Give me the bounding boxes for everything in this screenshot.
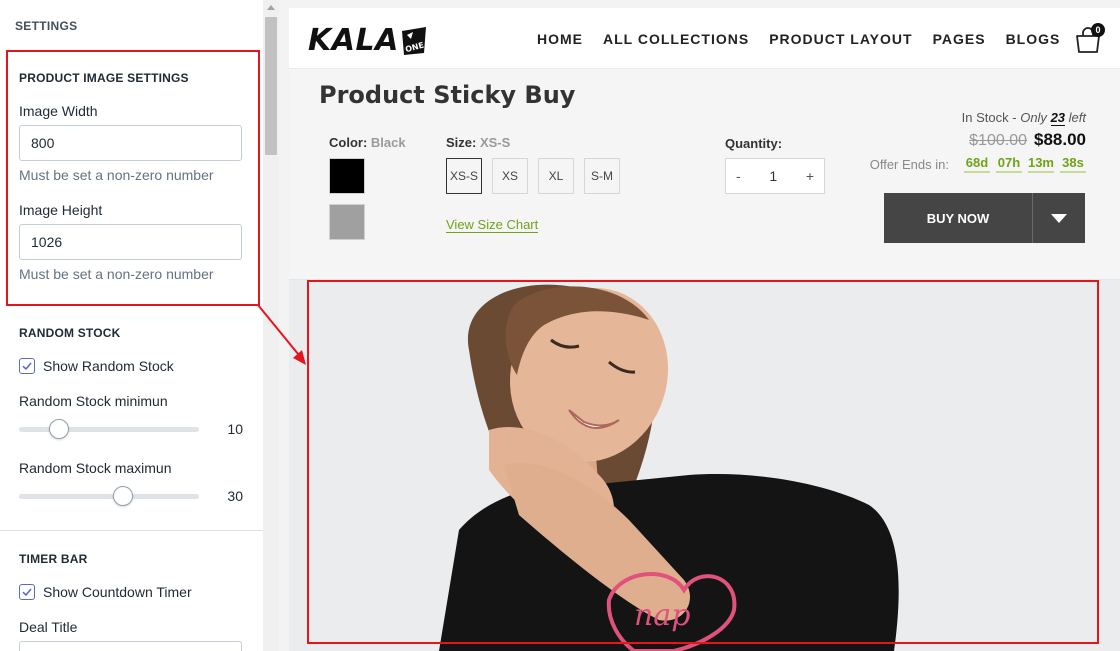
deal-title-input[interactable] [19, 641, 242, 651]
slider-thumb[interactable] [113, 486, 134, 506]
color-value: Black [370, 135, 406, 150]
stock-only: Only [1020, 110, 1047, 125]
size-button-xl[interactable]: XL [538, 158, 574, 194]
sticky-buy-bar: Product Sticky Buy Color: Black Size: XS… [289, 69, 1120, 280]
buy-now-group: BUY NOW [884, 193, 1085, 243]
show-countdown-timer-row[interactable]: Show Countdown Timer [19, 584, 192, 600]
settings-title: SETTINGS [15, 19, 78, 33]
stock-info: In Stock - Only 23 left [961, 110, 1086, 126]
show-countdown-timer-checkbox[interactable] [19, 584, 35, 600]
nav-item-blogs[interactable]: BLOGS [1006, 31, 1061, 47]
size-button-s-m[interactable]: S-M [584, 158, 620, 194]
random-stock-max-label: Random Stock maximun [19, 460, 172, 476]
scroll-up-arrow-icon[interactable] [267, 5, 275, 10]
product-title: Product Sticky Buy [319, 81, 576, 109]
slider-track [19, 427, 199, 432]
slider-track [19, 494, 199, 499]
checkmark-icon [22, 362, 32, 371]
buy-options-dropdown[interactable] [1033, 193, 1085, 243]
settings-panel: SETTINGS PRODUCT IMAGE SETTINGS Image Wi… [0, 0, 263, 651]
random-stock-min-label: Random Stock minimun [19, 393, 168, 409]
color-swatch-black[interactable] [329, 158, 365, 194]
offer-countdown: Offer Ends in: 68d 07h 13m 38s [870, 155, 1086, 173]
settings-scrollbar[interactable] [263, 0, 279, 651]
quantity-label: Quantity: [725, 136, 783, 151]
random-stock-max-slider[interactable] [19, 486, 199, 506]
deal-title-label: Deal Title [19, 619, 78, 635]
price-block: $100.00 $88.00 [969, 130, 1086, 150]
show-random-stock-row[interactable]: Show Random Stock [19, 358, 174, 374]
size-button-xs-s[interactable]: XS-S [446, 158, 482, 194]
stock-suffix: left [1068, 110, 1086, 125]
logo-badge-icon: ONE [401, 26, 426, 55]
store-logo[interactable]: KALA ONE [308, 23, 429, 58]
checkmark-icon [22, 588, 32, 597]
show-random-stock-checkbox[interactable] [19, 358, 35, 374]
stock-count: 23 [1050, 110, 1066, 126]
size-label: Size: [446, 135, 477, 150]
color-label: Color: [329, 135, 368, 150]
color-option-label: Color: Black [329, 135, 406, 150]
show-random-stock-label: Show Random Stock [43, 358, 174, 374]
nav-item-home[interactable]: HOME [537, 31, 583, 47]
size-value: XS-S [479, 135, 511, 150]
cart-count-badge: 0 [1091, 23, 1105, 37]
timer-bar-heading: TIMER BAR [19, 552, 88, 566]
buy-now-button[interactable]: BUY NOW [884, 193, 1033, 243]
random-stock-max-value: 30 [227, 488, 243, 504]
section-divider [0, 530, 263, 531]
random-stock-min-value: 10 [227, 421, 243, 437]
quantity-plus-button[interactable]: + [806, 168, 814, 184]
cart[interactable]: 0 [1074, 23, 1106, 55]
show-countdown-timer-label: Show Countdown Timer [43, 584, 192, 600]
random-stock-min-slider[interactable] [19, 419, 199, 439]
main-nav: HOME ALL COLLECTIONS PRODUCT LAYOUT PAGES BL… [537, 31, 1060, 47]
stock-prefix: In Stock - [961, 110, 1017, 125]
offer-ends-label: Offer Ends in: [869, 156, 949, 172]
quantity-value[interactable]: 1 [769, 168, 777, 184]
product-image-highlight [307, 280, 1099, 644]
caret-down-icon [1051, 213, 1067, 223]
nav-item-product-layout[interactable]: PRODUCT LAYOUT [769, 31, 912, 47]
countdown-days: 68d [963, 155, 990, 173]
nav-item-pages[interactable]: PAGES [933, 31, 986, 47]
quantity-stepper: - 1 + [725, 158, 825, 194]
sale-price: $88.00 [1034, 130, 1086, 149]
logo-text: KALA [308, 23, 399, 58]
countdown-hours: 07h [995, 155, 1022, 173]
countdown-minutes: 13m [1027, 155, 1054, 173]
scrollbar-thumb[interactable] [265, 17, 277, 155]
random-stock-heading: RANDOM STOCK [19, 326, 121, 340]
slider-thumb[interactable] [48, 419, 69, 439]
size-option-label: Size: XS-S [446, 135, 510, 150]
compare-at-price: $100.00 [969, 132, 1027, 149]
nav-item-all-collections[interactable]: ALL COLLECTIONS [603, 31, 749, 47]
quantity-minus-button[interactable]: - [736, 168, 741, 184]
image-settings-highlight [6, 50, 260, 306]
view-size-chart-link[interactable]: View Size Chart [446, 217, 539, 233]
app-root: SETTINGS PRODUCT IMAGE SETTINGS Image Wi… [0, 0, 1120, 651]
size-button-xs[interactable]: XS [492, 158, 528, 194]
store-header: KALA ONE HOME ALL COLLECTIONS PRODUCT LAYO… [289, 8, 1120, 69]
color-swatch-grey[interactable] [329, 204, 365, 240]
countdown-seconds: 38s [1060, 155, 1086, 173]
